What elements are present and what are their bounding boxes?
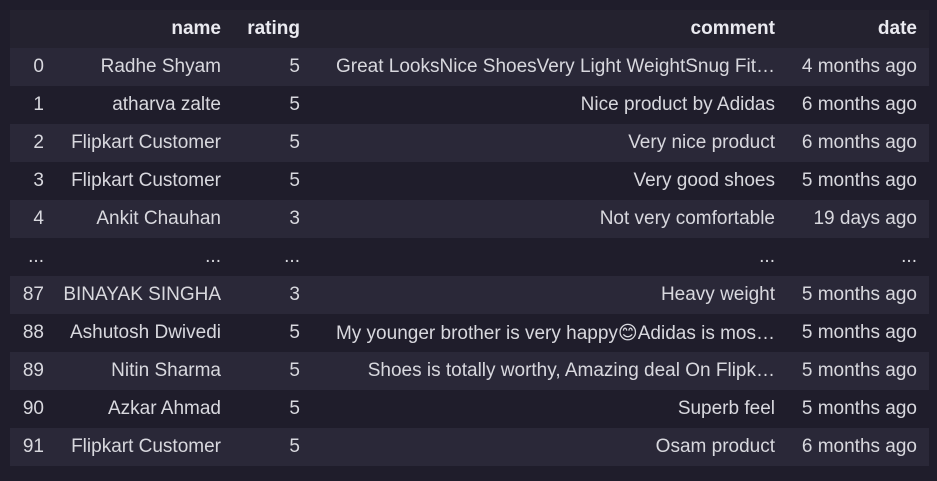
table-row: 3 Flipkart Customer 5 Very good shoes 5 … <box>10 162 929 200</box>
row-index: 88 <box>22 322 44 343</box>
cell-name: Flipkart Customer <box>71 170 221 191</box>
table-row: 87 BINAYAK SINGHA 3 Heavy weight 5 month… <box>10 276 929 314</box>
cell-comment: Very nice product <box>628 132 775 153</box>
cell-date: 5 months ago <box>801 170 917 191</box>
cell-rating: 5 <box>289 132 300 153</box>
cell-rating: ... <box>284 246 300 267</box>
cell-comment: Nice product by Adidas <box>580 94 775 115</box>
cell-date: 5 months ago <box>801 398 917 419</box>
row-index: 89 <box>22 360 44 381</box>
row-index: 90 <box>22 398 44 419</box>
cell-name: Ashutosh Dwivedi <box>69 322 221 343</box>
cell-date: 6 months ago <box>801 94 917 115</box>
cell-rating: 5 <box>289 170 300 191</box>
cell-name: ... <box>205 246 221 267</box>
cell-rating: 5 <box>289 94 300 115</box>
table-row: 88 Ashutosh Dwivedi 5 My younger brother… <box>10 314 929 352</box>
cell-name: Flipkart Customer <box>71 436 221 457</box>
row-index: 91 <box>22 436 44 457</box>
cell-date: 19 days ago <box>813 208 917 229</box>
header-rating: rating <box>247 18 300 39</box>
table-row: 4 Ankit Chauhan 3 Not very comfortable 1… <box>10 200 929 238</box>
header-index <box>10 10 54 48</box>
cell-rating: 3 <box>289 208 300 229</box>
cell-comment: Shoes is totally worthy, Amazing deal On… <box>367 360 775 381</box>
cell-date: 6 months ago <box>801 436 917 457</box>
cell-name: Nitin Sharma <box>111 360 221 381</box>
cell-rating: 5 <box>289 360 300 381</box>
cell-rating: 3 <box>289 284 300 305</box>
cell-name: BINAYAK SINGHA <box>63 284 221 305</box>
row-index: ... <box>28 246 44 267</box>
cell-rating: 5 <box>289 398 300 419</box>
cell-date: 5 months ago <box>801 284 917 305</box>
ellipsis-row: ... ... ... ... ... <box>10 238 929 276</box>
cell-rating: 5 <box>289 56 300 77</box>
cell-date: 5 months ago <box>801 322 917 343</box>
table-row: 0 Radhe Shyam 5 Great LooksNice ShoesVer… <box>10 48 929 86</box>
cell-name: Flipkart Customer <box>71 132 221 153</box>
row-index: 0 <box>33 56 44 77</box>
row-index: 3 <box>33 170 44 191</box>
table-row: 90 Azkar Ahmad 5 Superb feel 5 months ag… <box>10 390 929 428</box>
dataframe-table: name rating comment date 0 Radhe Shyam 5… <box>10 10 929 466</box>
cell-comment: ... <box>759 246 775 267</box>
cell-comment: Not very comfortable <box>599 208 775 229</box>
header-date: date <box>877 18 917 39</box>
cell-rating: 5 <box>289 322 300 343</box>
cell-comment: My younger brother is very happy😊Adidas … <box>335 322 775 344</box>
cell-name: Radhe Shyam <box>100 56 221 77</box>
cell-comment: Heavy weight <box>660 284 775 305</box>
cell-date: ... <box>901 246 917 267</box>
table-row: 2 Flipkart Customer 5 Very nice product … <box>10 124 929 162</box>
table-row: 91 Flipkart Customer 5 Osam product 6 mo… <box>10 428 929 466</box>
table-row: 89 Nitin Sharma 5 Shoes is totally worth… <box>10 352 929 390</box>
cell-name: Ankit Chauhan <box>96 208 221 229</box>
dataframe-output: name rating comment date 0 Radhe Shyam 5… <box>10 10 929 466</box>
table-row: 1 atharva zalte 5 Nice product by Adidas… <box>10 86 929 124</box>
cell-date: 4 months ago <box>801 56 917 77</box>
row-index: 1 <box>33 94 44 115</box>
header-name: name <box>171 18 221 39</box>
row-index: 2 <box>33 132 44 153</box>
cell-date: 5 months ago <box>801 360 917 381</box>
cell-name: atharva zalte <box>112 94 221 115</box>
row-index: 4 <box>33 208 44 229</box>
cell-comment: Great LooksNice ShoesVery Light WeightSn… <box>336 56 775 77</box>
row-index: 87 <box>22 284 44 305</box>
cell-comment: Superb feel <box>677 398 775 419</box>
cell-name: Azkar Ahmad <box>108 398 221 419</box>
table-header-row: name rating comment date <box>10 10 929 48</box>
cell-rating: 5 <box>289 436 300 457</box>
cell-comment: Osam product <box>655 436 775 457</box>
cell-comment: Very good shoes <box>633 170 775 191</box>
cell-date: 6 months ago <box>801 132 917 153</box>
header-comment: comment <box>690 18 775 39</box>
